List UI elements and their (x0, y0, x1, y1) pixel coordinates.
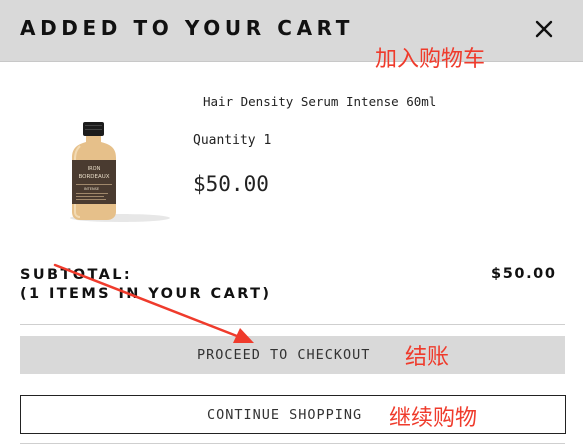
subtotal-label: SUBTOTAL: (20, 267, 133, 283)
subtotal-label-block: SUBTOTAL: (1 ITEMS IN YOUR CART) (20, 266, 271, 304)
items-count: (1 ITEMS IN YOUR CART) (20, 286, 272, 302)
svg-text:BORDEAUX: BORDEAUX (78, 174, 109, 180)
product-price: $50.00 (193, 172, 269, 196)
continue-shopping-button[interactable]: CONTINUE SHOPPING (20, 395, 566, 434)
annotation-add-to-cart: 加入购物车 (375, 47, 486, 72)
cart-header: ADDED TO YOUR CART (0, 0, 583, 62)
annotation-continue-shopping: 继续购物 (389, 406, 478, 431)
close-button[interactable] (530, 15, 558, 43)
annotation-checkout: 结账 (405, 345, 450, 370)
page-title: ADDED TO YOUR CART (20, 16, 354, 40)
svg-text:INTENSE: INTENSE (84, 187, 99, 191)
continue-shopping-label: CONTINUE SHOPPING (207, 407, 363, 423)
svg-text:IRON: IRON (88, 166, 101, 172)
checkout-label: PROCEED TO CHECKOUT (197, 347, 371, 363)
product-quantity: Quantity 1 (193, 133, 272, 148)
checkout-button[interactable]: PROCEED TO CHECKOUT (20, 336, 565, 374)
subtotal-amount: $50.00 (491, 266, 557, 282)
divider (20, 324, 565, 325)
product-name[interactable]: Hair Density Serum Intense 60ml (203, 94, 436, 109)
close-icon (535, 20, 553, 38)
divider-bottom (20, 443, 565, 444)
product-image: IRON BORDEAUX INTENSE (56, 112, 172, 228)
